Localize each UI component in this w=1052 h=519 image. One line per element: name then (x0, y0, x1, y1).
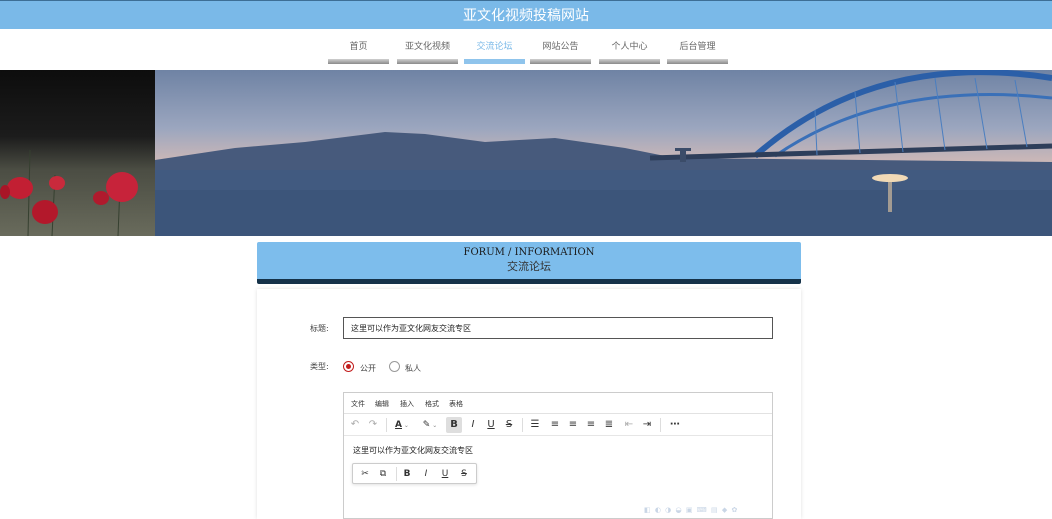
radio-public[interactable] (343, 361, 354, 372)
banner-flowers-image (0, 70, 155, 236)
banner-lake-image (155, 70, 1052, 236)
nav-item-forum[interactable]: 交流论坛 (464, 40, 525, 64)
bridge-landscape-illustration (155, 70, 1052, 236)
align-justify-icon[interactable]: ≣ (602, 417, 616, 433)
menu-table[interactable]: 表格 (449, 399, 463, 409)
nav-item-announcements[interactable]: 网站公告 (530, 40, 591, 64)
menu-edit[interactable]: 编辑 (375, 399, 389, 409)
nav-item-label: 个人中心 (611, 42, 648, 52)
flowers-illustration (0, 149, 138, 236)
indent-icon[interactable]: ⇥ (640, 417, 654, 433)
highlight-icon[interactable]: ✎ ⌄ (418, 417, 442, 433)
underline-icon[interactable]: U (484, 417, 498, 433)
line-height-icon[interactable]: ☰ (528, 417, 542, 433)
nav-underline (328, 59, 389, 64)
site-title: 亚文化视频投稿网站 (463, 8, 589, 24)
toolbar-divider (522, 418, 523, 432)
nav-item-home[interactable]: 首页 (328, 40, 389, 64)
section-title-cn: 交流论坛 (507, 260, 551, 273)
underline-icon[interactable]: U (438, 467, 452, 481)
title-label: 标题: (310, 324, 329, 333)
outdent-icon[interactable]: ⇤ (622, 417, 636, 433)
strikethrough-icon[interactable]: S (457, 467, 471, 481)
nav-item-admin[interactable]: 后台管理 (667, 40, 728, 64)
nav-item-label: 后台管理 (679, 42, 716, 52)
align-center-icon[interactable]: ≡ (566, 417, 580, 433)
radio-dot (346, 364, 351, 369)
rich-text-editor: 文件 编辑 插入 格式 表格 ↶ ↷ A ⌄ ✎ ⌄ B I U S ☰ ≡ ≡… (343, 392, 773, 519)
nav-item-label: 交流论坛 (476, 42, 513, 52)
cut-icon[interactable]: ✂ (358, 467, 372, 481)
nav-underline (464, 59, 525, 64)
strikethrough-icon[interactable]: S (502, 417, 516, 433)
nav-item-label: 网站公告 (542, 42, 579, 52)
italic-icon[interactable]: I (466, 417, 480, 433)
bold-icon[interactable]: B (446, 417, 462, 433)
align-left-icon[interactable]: ≡ (548, 417, 562, 433)
input-method-toolbar-icon: ◧ ◐ ◑ ◒ ▣ ⌨ ▤ ◆ ✿ (644, 506, 739, 514)
align-right-icon[interactable]: ≡ (584, 417, 598, 433)
banner-image (0, 70, 1052, 236)
nav-item-videos[interactable]: 亚文化视频 (397, 40, 458, 64)
toolbar-divider (660, 418, 661, 432)
main-nav: 首页 亚文化视频 交流论坛 网站公告 个人中心 后台管理 (0, 40, 1052, 64)
italic-icon[interactable]: I (419, 467, 433, 481)
section-title-en: FORUM / INFORMATION (463, 247, 595, 258)
bold-icon[interactable]: B (400, 467, 414, 481)
title-input[interactable]: 这里可以作为亚文化网友交流专区 (343, 317, 773, 339)
nav-underline (397, 59, 458, 64)
editor-toolbar: ↶ ↷ A ⌄ ✎ ⌄ B I U S ☰ ≡ ≡ ≡ ≣ ⇤ ⇥ ⋯ (344, 414, 772, 436)
radio-public-label[interactable]: 公开 (360, 363, 376, 374)
editor-content[interactable]: 这里可以作为亚文化网友交流专区 (353, 445, 473, 456)
nav-underline (667, 59, 728, 64)
undo-icon[interactable]: ↶ (348, 417, 362, 433)
editor-menubar: 文件 编辑 插入 格式 表格 (344, 393, 772, 414)
editor-quickbar: ✂ ⧉ B I U S (352, 463, 477, 484)
nav-underline (530, 59, 591, 64)
toolbar-divider (386, 418, 387, 432)
radio-private[interactable] (389, 361, 400, 372)
more-icon[interactable]: ⋯ (666, 417, 684, 433)
menu-insert[interactable]: 插入 (400, 399, 414, 409)
nav-item-label: 亚文化视频 (404, 42, 450, 52)
menu-format[interactable]: 格式 (425, 399, 439, 409)
nav-underline (599, 59, 660, 64)
copy-icon[interactable]: ⧉ (376, 467, 390, 481)
quickbar-divider (396, 467, 397, 481)
font-color-icon[interactable]: A ⌄ (391, 417, 413, 433)
type-label: 类型: (310, 362, 329, 371)
section-header: FORUM / INFORMATION 交流论坛 (257, 242, 801, 284)
nav-item-label: 首页 (349, 42, 368, 52)
radio-private-label[interactable]: 私人 (405, 363, 421, 374)
redo-icon[interactable]: ↷ (366, 417, 380, 433)
nav-item-profile[interactable]: 个人中心 (599, 40, 660, 64)
menu-file[interactable]: 文件 (351, 399, 365, 409)
